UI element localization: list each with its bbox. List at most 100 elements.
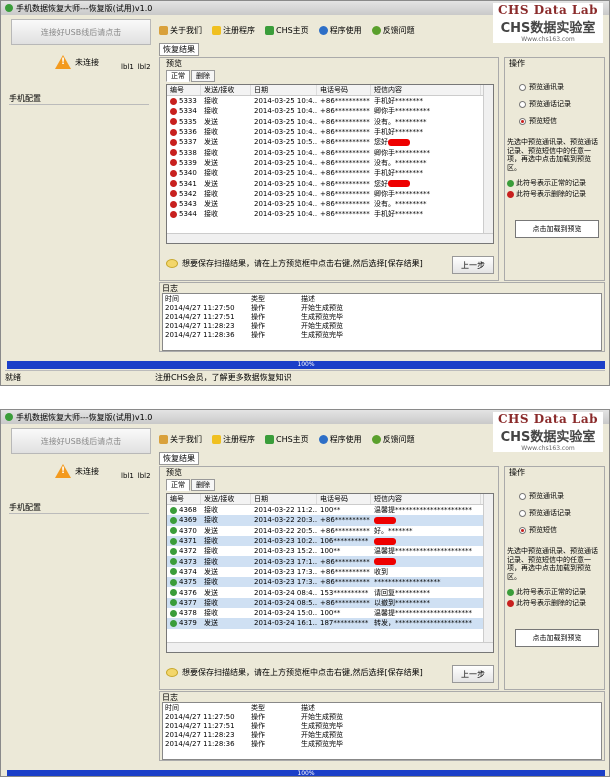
cell-phone: +86**********: [317, 180, 371, 188]
log-row[interactable]: 2014/4/27 11:28:36 操作 生成预览完毕: [163, 330, 601, 339]
tab-deleted[interactable]: 删除: [191, 479, 215, 491]
legend-deleted-text: 此符号表示删除的记录: [516, 599, 586, 607]
feedback-button[interactable]: 反馈问题: [371, 25, 415, 36]
col-direction[interactable]: 发送/接收: [201, 85, 251, 95]
register-button[interactable]: 注册程序: [212, 25, 255, 36]
ops-description: 先选中预览通讯录、预览通话记录、预览短信中的任意一项，再选中点击加载到预览区。: [507, 547, 598, 581]
tab-deleted[interactable]: 删除: [191, 70, 215, 82]
connect-usb-button[interactable]: 连接好USB线后请点击: [11, 428, 151, 454]
radio-contacts[interactable]: 预览通讯录: [519, 82, 571, 92]
table-row[interactable]: 4377 接收 2014-03-24 08:5... +86********** 以撤到…: [167, 597, 493, 608]
cell-text: 发送: [204, 619, 218, 628]
table-row[interactable]: 5338 接收 2014-03-25 10:4... +86********** 卿你手…: [167, 147, 493, 157]
log-row[interactable]: 2014/4/27 11:28:36 操作 生成预览完毕: [163, 739, 601, 748]
table-row[interactable]: 4379 发送 2014-03-24 16:1... 187********** 转发，…: [167, 618, 493, 629]
log-grid[interactable]: 时间 类型 描述 2014/4/27 11:27:50 操作 开始生成预览 2014/…: [162, 702, 602, 760]
normal-record-icon: [170, 568, 177, 576]
table-row[interactable]: 4373 接收 2014-03-23 17:1... +86**********: [167, 556, 493, 567]
horizontal-scrollbar[interactable]: [167, 233, 493, 243]
table-row[interactable]: 5337 发送 2014-03-25 10:5... +86********** 您好: [167, 137, 493, 147]
load-preview-button[interactable]: 点击加载到预览: [515, 629, 599, 647]
load-preview-button[interactable]: 点击加载到预览: [515, 220, 599, 238]
home-button[interactable]: CHS主页: [265, 434, 309, 445]
usage-button[interactable]: 程序使用: [318, 434, 362, 445]
vertical-scrollbar[interactable]: [483, 85, 493, 243]
table-row[interactable]: 4368 接收 2014-03-22 11:2... 100** 温馨提********…: [167, 505, 493, 515]
table-row[interactable]: 4376 发送 2014-03-24 08:4... 153********** 请回复…: [167, 587, 493, 597]
table-row[interactable]: 5343 发送 2014-03-25 10:4... +86********** 没有。…: [167, 199, 493, 209]
col-id[interactable]: 编号: [167, 85, 201, 95]
tab-normal[interactable]: 正常: [166, 70, 190, 82]
cell-date: 2014-03-25 10:4...: [251, 97, 317, 105]
col-content[interactable]: 短信内容: [371, 494, 481, 504]
cell-dir: 接收: [201, 505, 251, 515]
col-phone[interactable]: 电话号码: [317, 85, 371, 95]
radio-calls[interactable]: 预览通话记录: [519, 508, 571, 518]
about-label: 关于我们: [170, 26, 202, 35]
cell-content: 卿你手**********: [371, 106, 481, 116]
table-row[interactable]: 5336 接收 2014-03-25 10:4... +86********** 手机好…: [167, 127, 493, 137]
radio-contacts[interactable]: 预览通讯录: [519, 491, 571, 501]
horizontal-scrollbar[interactable]: [167, 642, 493, 652]
deleted-record-icon: [170, 210, 177, 218]
radio-sms[interactable]: 预览短信: [519, 525, 571, 535]
col-direction[interactable]: 发送/接收: [201, 494, 251, 504]
sms-grid[interactable]: 编号 发送/接收 日期 电话号码 短信内容 4368 接收 2014-03-22 1…: [166, 493, 494, 653]
feedback-button[interactable]: 反馈问题: [371, 434, 415, 445]
table-row[interactable]: 4378 接收 2014-03-24 15:0... 100** 温馨提********…: [167, 608, 493, 618]
prev-step-button[interactable]: 上一步: [452, 256, 494, 274]
col-date[interactable]: 日期: [251, 85, 317, 95]
table-row[interactable]: 5344 接收 2014-03-25 10:4... +86********** 手机好…: [167, 209, 493, 219]
table-row[interactable]: 5341 发送 2014-03-25 10:4... +86********** 您好: [167, 178, 493, 188]
cell-content: 转发，**********************: [371, 618, 481, 628]
tab-normal[interactable]: 正常: [166, 479, 190, 491]
cell-content: 没有。*********: [371, 117, 481, 127]
home-button[interactable]: CHS主页: [265, 25, 309, 36]
usage-button[interactable]: 程序使用: [318, 25, 362, 36]
register-button[interactable]: 注册程序: [212, 434, 255, 445]
log-grid[interactable]: 时间 类型 描述 2014/4/27 11:27:50 操作 开始生成预览 2014/…: [162, 293, 602, 351]
col-phone[interactable]: 电话号码: [317, 494, 371, 504]
table-row[interactable]: 4375 接收 2014-03-23 17:3... +86********** ***…: [167, 577, 493, 588]
normal-record-icon: [170, 527, 177, 535]
prev-step-button[interactable]: 上一步: [452, 665, 494, 683]
table-row[interactable]: 4374 发送 2014-03-23 17:3... +86********** 收到: [167, 567, 493, 577]
cell-id: 4374: [167, 568, 201, 576]
cell-text: 2014-03-25 10:4...: [254, 128, 317, 137]
radio-calls[interactable]: 预览通话记录: [519, 99, 571, 109]
result-tab[interactable]: 恢复结果: [159, 43, 199, 56]
table-row[interactable]: 5339 发送 2014-03-25 10:4... +86********** 没有。…: [167, 158, 493, 168]
table-row[interactable]: 5342 接收 2014-03-25 10:4... +86********** 卿你手…: [167, 189, 493, 199]
cell-text: 转发，**********************: [374, 619, 472, 628]
vertical-scrollbar[interactable]: [483, 494, 493, 652]
grid-header: 编号 发送/接收 日期 电话号码 短信内容: [167, 85, 493, 96]
radio-sms[interactable]: 预览短信: [519, 116, 571, 126]
cell-id: 4372: [167, 547, 201, 555]
table-row[interactable]: 4372 接收 2014-03-23 15:2... 100** 温馨提********…: [167, 546, 493, 556]
col-content[interactable]: 短信内容: [371, 85, 481, 95]
cell-content: 温馨提**********************: [371, 546, 481, 556]
table-row[interactable]: 4371 接收 2014-03-23 10:2... 106**********: [167, 535, 493, 547]
table-row[interactable]: 5340 接收 2014-03-25 10:4... +86********** 手机好…: [167, 168, 493, 178]
table-row[interactable]: 5334 接收 2014-03-25 10:4... +86********** 卿你手…: [167, 106, 493, 116]
cell-text: 请回复**********: [374, 588, 430, 597]
status-message[interactable]: 注册CHS会员，了解更多数据恢复知识: [155, 372, 292, 383]
log-cell-type: 操作: [251, 330, 265, 339]
connect-usb-button[interactable]: 连接好USB线后请点击: [11, 19, 151, 45]
cell-content: 没有。*********: [371, 199, 481, 209]
table-row[interactable]: 5335 发送 2014-03-25 10:4... +86********** 没有。…: [167, 117, 493, 127]
table-row[interactable]: 4370 发送 2014-03-22 20:5... +86********** 好。*…: [167, 526, 493, 536]
cell-content: 好。*******: [371, 526, 481, 536]
col-date[interactable]: 日期: [251, 494, 317, 504]
result-tab[interactable]: 恢复结果: [159, 452, 199, 465]
about-button[interactable]: 关于我们: [159, 434, 202, 445]
lightbulb-icon: [166, 668, 178, 677]
cell-date: 2014-03-25 10:4...: [251, 169, 317, 177]
col-id[interactable]: 编号: [167, 494, 201, 504]
about-button[interactable]: 关于我们: [159, 25, 202, 36]
cell-text: 接收: [204, 189, 218, 198]
sms-grid[interactable]: 编号 发送/接收 日期 电话号码 短信内容 5333 接收 2014-03-25 1…: [166, 84, 494, 244]
table-row[interactable]: 4369 接收 2014-03-22 20:3... +86**********: [167, 515, 493, 526]
cell-text: +86**********: [320, 200, 370, 209]
table-row[interactable]: 5333 接收 2014-03-25 10:4... +86********** 手机好…: [167, 96, 493, 106]
